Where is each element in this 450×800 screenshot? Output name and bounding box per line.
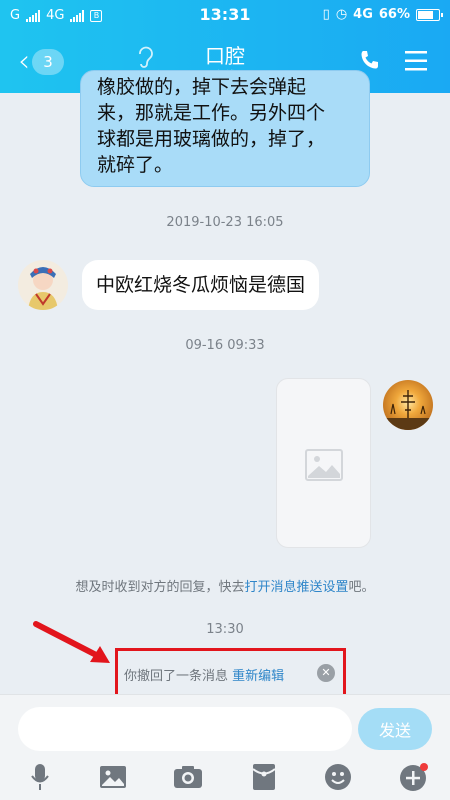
menu-icon[interactable] [404,50,428,72]
re-edit-link[interactable]: 重新编辑 [232,669,284,684]
message-line: 橡胶做的，掉下去会弹起 [97,76,307,98]
message-line: 就碎了。 [97,154,174,176]
message-line: 球都是用玻璃做的，掉了， [97,128,326,150]
image-icon [305,449,343,481]
phone-icon[interactable] [358,48,382,72]
notice-text-end: 吧。 [348,580,375,595]
send-button[interactable]: 发送 [358,708,432,750]
chat-title: 口腔 [205,44,245,68]
red-packet-icon[interactable] [246,761,282,793]
network-right-label: 4G [353,7,373,22]
push-settings-notice: 想及时收到对方的回复，快去打开消息推送设置吧。 [0,576,450,595]
timestamp: 09-16 09:33 [185,338,265,353]
open-push-settings-link[interactable]: 打开消息推送设置 [244,580,348,595]
received-message-bubble[interactable]: 中欧红烧冬瓜烦恼是德国 [82,260,320,310]
sent-image-message[interactable] [276,378,371,548]
image-icon[interactable] [95,761,131,793]
timestamp: 2019-10-23 16:05 [166,215,284,230]
message-line: 来，那就是工作。另外四个 [97,102,326,124]
battery-icon [416,8,443,21]
my-avatar[interactable] [383,380,433,430]
recall-text: 你撤回了一条消息 [124,669,229,684]
message-input[interactable] [18,707,352,751]
arrow-annotation [33,621,110,663]
sent-message-bubble[interactable]: 橡胶做的，掉下去会弹起 来，那就是工作。另外四个 球都是用玻璃做的，掉了， 就碎… [80,70,370,187]
close-icon[interactable]: ✕ [317,664,335,682]
mic-icon[interactable] [22,761,58,793]
plus-icon[interactable] [396,761,432,793]
toolbar [0,761,450,797]
emoji-icon[interactable] [320,761,356,793]
status-bar: G 4G B 13:31 ▯ ◷ 4G 66% [0,0,450,32]
contact-avatar[interactable] [18,260,68,310]
battery-percent: 66% [378,7,410,22]
input-panel: 发送 [0,694,450,800]
alarm-icon: ◷ [335,7,348,22]
camera-icon[interactable] [170,761,206,793]
recalled-message-notice: 你撤回了一条消息 重新编辑 ✕ [115,648,346,698]
vibrate-icon: ▯ [322,7,330,22]
notice-text: 想及时收到对方的回复，快去 [75,580,245,595]
